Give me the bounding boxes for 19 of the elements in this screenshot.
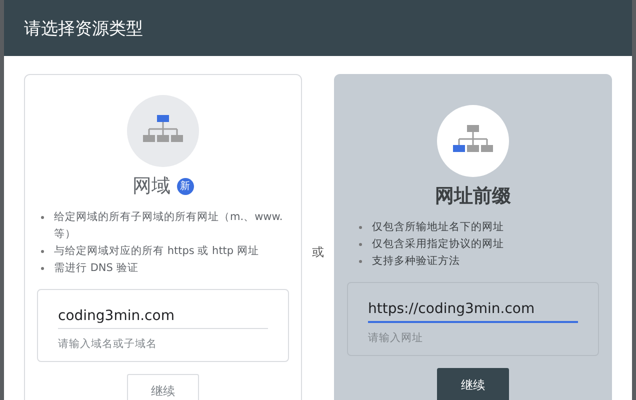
dialog-title: 请选择资源类型 — [24, 18, 143, 40]
option-title: 网址前缀 — [435, 184, 511, 209]
option-card[interactable]: 网域 新 给定网域的所有子网域的所有网址（m.、www. 等） 与给定网域对应的所有 https 或 http 网址 需进行 DNS 验证 coding3min.com 请输入域名或子域名 继续 — [24, 74, 302, 400]
option-card[interactable]: 网址前缀 仅包含所输地址名下的网址 仅包含采用指定协议的网址 支持多种验证方法 https://coding3min.com 请输入网址 继续 — [334, 74, 612, 400]
input-field[interactable]: coding3min.com — [58, 308, 268, 329]
bullet-text: 需进行 DNS 验证 — [54, 261, 138, 276]
bullet-text: 仅包含所输地址名下的网址 — [372, 220, 504, 235]
option-title: 网域 — [132, 174, 170, 199]
helper-text: 请输入域名或子域名 — [58, 337, 158, 351]
helper-text: 请输入网址 — [368, 331, 424, 345]
separator-text: 或 — [312, 244, 324, 261]
bullet-text: 仅包含采用指定协议的网址 — [372, 237, 504, 252]
continue-button[interactable]: 继续 — [127, 374, 199, 400]
bullet-text: 支持多种验证方法 — [372, 254, 460, 269]
continue-button[interactable]: 继续 — [437, 368, 509, 400]
bullet-text: 给定网域的所有子网域的所有网址（m.、www. 等） — [54, 210, 284, 242]
input-field[interactable]: https://coding3min.com — [368, 301, 578, 323]
bullet-text: 与给定网域对应的所有 https 或 http 网址 — [54, 244, 259, 259]
new-badge: 新 — [176, 178, 194, 194]
